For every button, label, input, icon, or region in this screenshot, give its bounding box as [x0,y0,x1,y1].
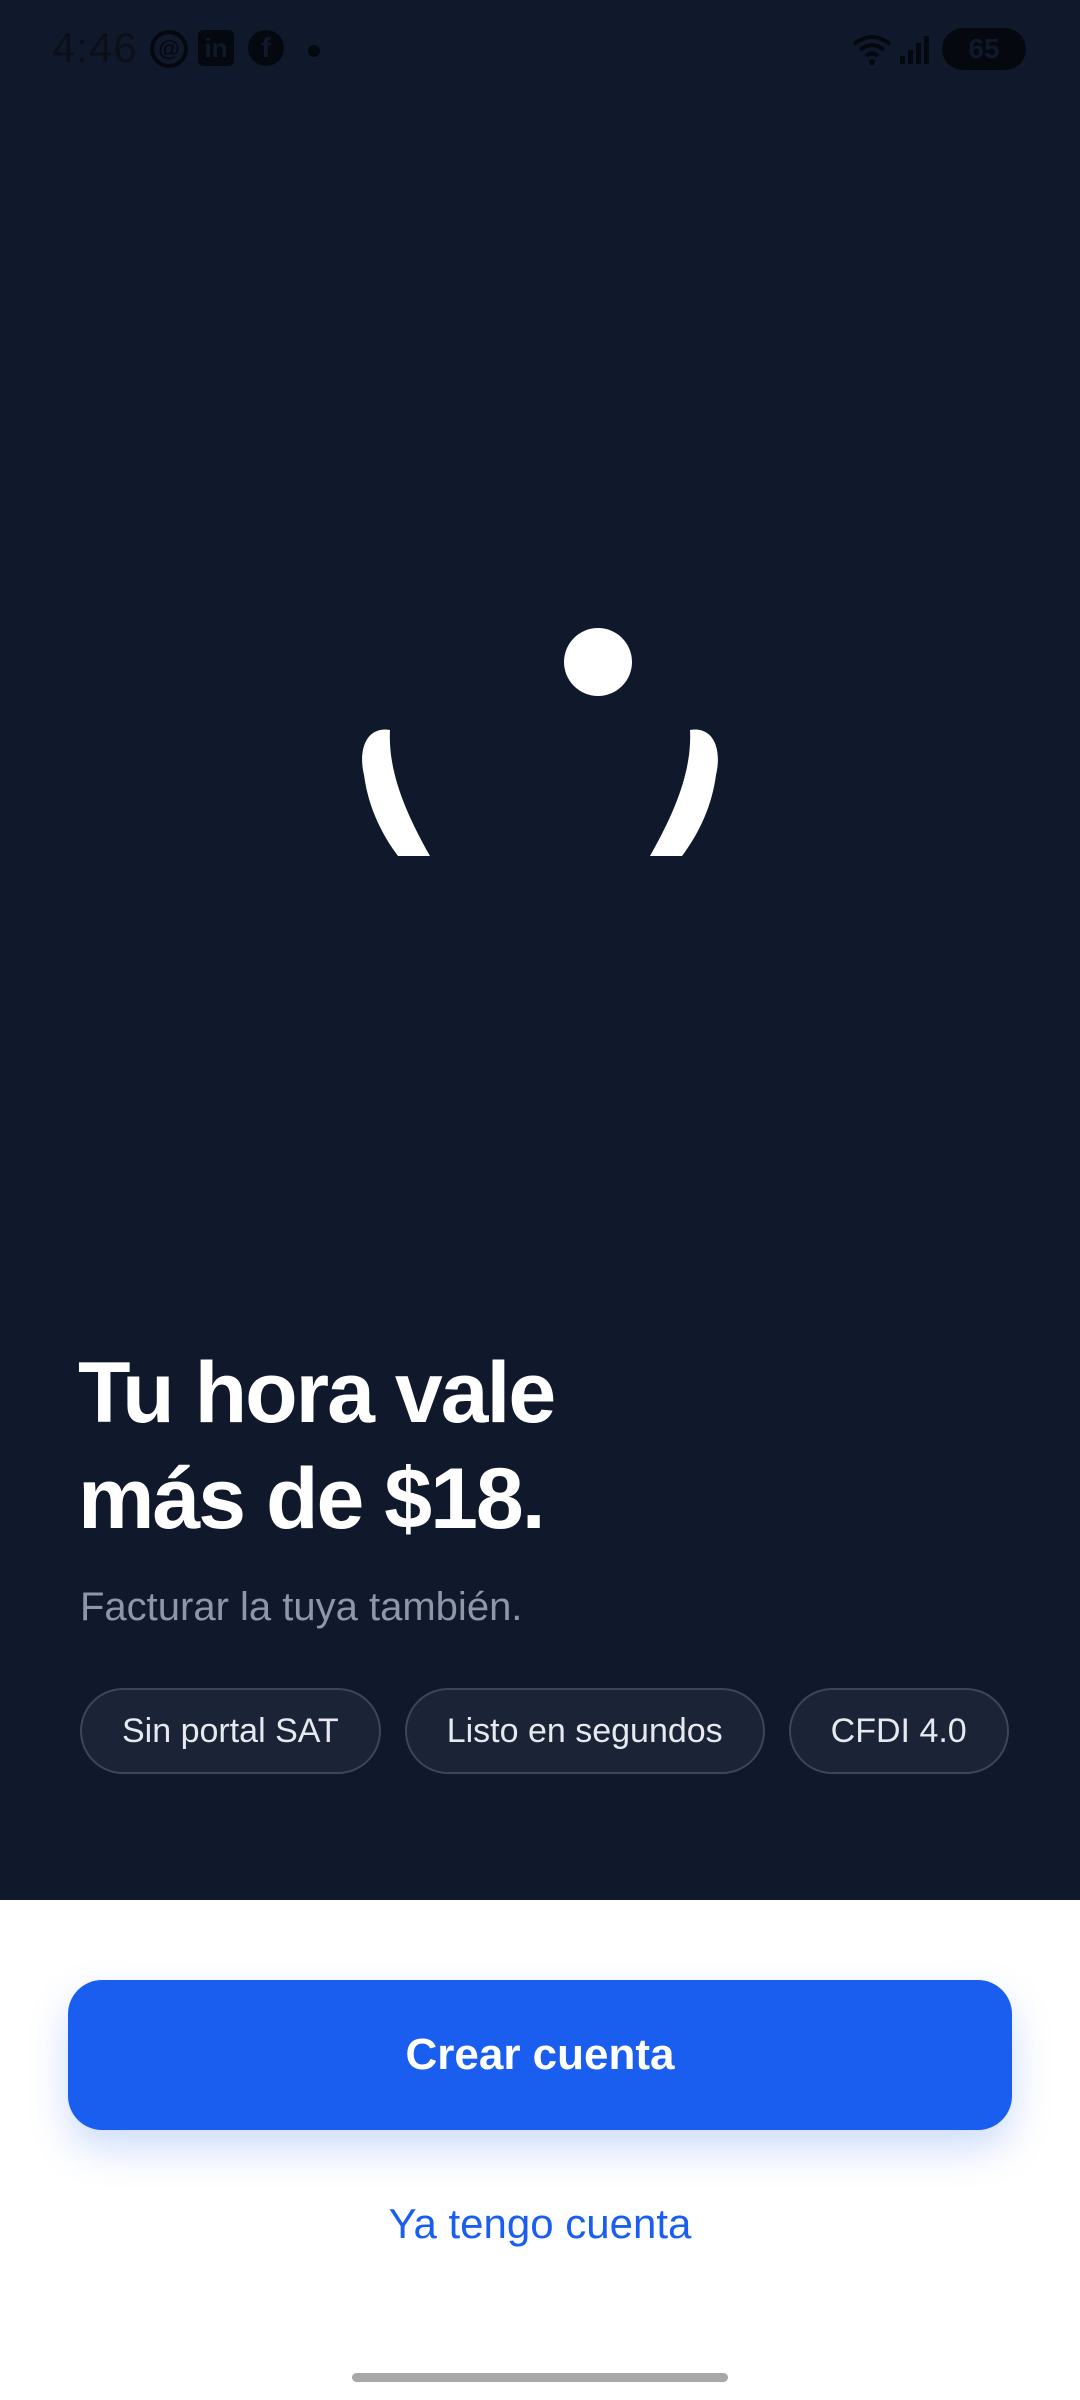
feature-chips: Sin portal SAT Listo en segundos CFDI 4.… [80,1688,1009,1774]
battery-icon: 65 [942,28,1026,70]
wifi-icon [852,35,892,65]
create-account-button[interactable]: Crear cuenta [68,1980,1012,2130]
have-account-link[interactable]: Ya tengo cuenta [0,2200,1080,2248]
onboarding-screen: 4:46 @ in f 65 Tu hora vale más de $18. … [0,0,1080,2400]
headline: Tu hora vale más de $18. [78,1340,978,1552]
headline-line-1: Tu hora vale [78,1345,556,1441]
status-bar: 4:46 @ in f 65 [0,0,1080,100]
battery-level: 65 [968,33,1000,64]
chip-ready-in-seconds: Listo en segundos [404,1688,765,1774]
chip-no-sat-portal: Sin portal SAT [80,1688,381,1774]
linkedin-icon: in [198,30,234,66]
hero-section: 4:46 @ in f 65 Tu hora vale más de $18. … [0,0,1080,1900]
app-logo-icon [362,628,718,856]
threads-icon: @ [150,30,188,68]
chip-cfdi: CFDI 4.0 [788,1688,1009,1774]
headline-line-2: más de $18. [78,1451,546,1547]
home-indicator[interactable] [352,2373,728,2382]
status-time: 4:46 [52,24,138,71]
notification-dot-icon [308,45,320,57]
signal-icon [900,36,929,64]
subtitle: Facturar la tuya también. [80,1585,523,1629]
facebook-icon: f [248,30,284,66]
